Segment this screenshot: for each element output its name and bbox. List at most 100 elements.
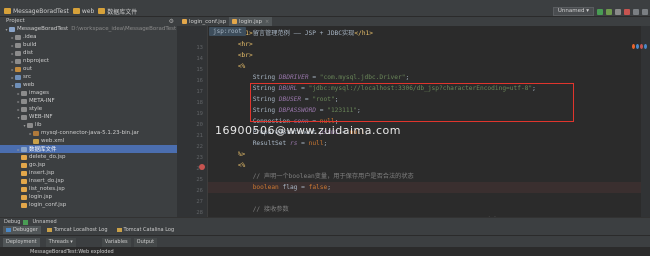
- tree-item[interactable]: insert.jsp: [0, 169, 177, 177]
- tree-item[interactable]: ▸ META-INF: [0, 97, 177, 105]
- run-icon[interactable]: [597, 8, 603, 15]
- tab-tomcat-localhost-log[interactable]: Tomcat Localhost Log: [44, 226, 111, 234]
- breakpoint-icon[interactable]: [199, 164, 205, 170]
- debug-icon: [23, 219, 29, 225]
- code-token: ;: [323, 140, 328, 147]
- code-line[interactable]: boolean flag = false;: [208, 182, 650, 193]
- code-line[interactable]: // 声明一个boolean变量，用于保存用户是否合法的状态: [208, 171, 650, 182]
- code-line[interactable]: <h1>留言管理范例 —— JSP + JDBC实现</h1>: [208, 28, 650, 39]
- gear-icon[interactable]: ⚙: [169, 18, 174, 25]
- file-icon: [21, 186, 27, 192]
- code-token: 留言管理范例 —— JSP + JDBC实现: [252, 30, 355, 37]
- tree-item[interactable]: ▸ dist: [0, 49, 177, 57]
- line-number: 19: [196, 111, 203, 117]
- tab-tomcat-catalina-log[interactable]: Tomcat Catalina Log: [114, 226, 178, 234]
- code-line[interactable]: ResultSet rs = null;: [208, 138, 650, 149]
- code-line[interactable]: <%: [208, 61, 650, 72]
- line-number: 17: [196, 89, 203, 95]
- stop-icon[interactable]: [624, 8, 630, 15]
- code-line[interactable]: <hr>: [208, 39, 650, 50]
- line-number: 23: [196, 155, 203, 161]
- file-icon: [15, 42, 21, 48]
- code-line[interactable]: <br>: [208, 50, 650, 61]
- tree-item[interactable]: ▸ images: [0, 89, 177, 97]
- line-number: 20: [196, 122, 203, 128]
- tree-item-label: login.jsp: [29, 194, 53, 200]
- code-line[interactable]: // 接收参数: [208, 204, 650, 215]
- file-icon: [15, 50, 21, 56]
- tree-item[interactable]: list_notes.jsp: [0, 185, 177, 193]
- code-line[interactable]: [208, 193, 650, 204]
- code-token: ResultSet: [208, 140, 290, 147]
- jsp-file-icon: [232, 19, 237, 24]
- file-icon: [21, 202, 27, 208]
- breadcrumb-db-folder[interactable]: 数据库文件: [98, 7, 137, 16]
- tree-item[interactable]: delete_do.jsp: [0, 153, 177, 161]
- tree-item[interactable]: ▾ MessageBoradTest D:\workspace_idea\Messa…: [0, 25, 177, 33]
- tree-item[interactable]: ▸ src: [0, 73, 177, 81]
- code-token: flag =: [278, 184, 309, 191]
- tree-item-label: list_notes.jsp: [29, 186, 65, 192]
- debugger-icon: [6, 228, 11, 232]
- tree-item[interactable]: ▾ WEB-INF: [0, 113, 177, 121]
- tab-deployment[interactable]: Deployment: [3, 237, 40, 247]
- breadcrumb-project[interactable]: MessageBoradTest: [4, 8, 69, 15]
- tree-item-label: out: [23, 66, 33, 72]
- line-number-gutter: 131415161718192021222324252627282930: [177, 26, 208, 238]
- settings-icon[interactable]: [633, 8, 639, 15]
- chrome-icon[interactable]: [636, 44, 639, 49]
- search-icon[interactable]: [642, 8, 648, 15]
- code-line[interactable]: <%: [208, 160, 650, 171]
- code-token: false: [308, 184, 328, 191]
- coverage-icon[interactable]: [615, 8, 621, 15]
- code-token: <%: [237, 162, 246, 169]
- firefox-icon[interactable]: [632, 44, 635, 49]
- tree-item[interactable]: ▸ .idea: [0, 33, 177, 41]
- code-line[interactable]: %>: [208, 149, 650, 160]
- tree-item[interactable]: ▸ build: [0, 41, 177, 49]
- tab-output[interactable]: Output: [133, 237, 158, 247]
- tree-item-label: lib: [35, 122, 42, 128]
- tab-threads[interactable]: Threads ▾: [45, 237, 76, 247]
- deployment-row[interactable]: MessageBoradTest:Web exploded: [0, 247, 650, 256]
- ie-icon[interactable]: [644, 44, 647, 49]
- tree-item[interactable]: ▾ lib: [0, 121, 177, 129]
- tree-item[interactable]: ▸ style: [0, 105, 177, 113]
- tree-item-label: images: [29, 90, 49, 96]
- tree-item-label: dist: [23, 50, 34, 56]
- tree-item[interactable]: ▸ out: [0, 65, 177, 73]
- line-number: 22: [196, 144, 203, 150]
- deployment-item: MessageBoradTest:Web exploded: [30, 248, 114, 255]
- opera-icon[interactable]: [640, 44, 643, 49]
- tree-item[interactable]: insert_do.jsp: [0, 177, 177, 185]
- run-config-dropdown[interactable]: Unnamed ▾: [552, 7, 594, 16]
- tree-item-label: mysql-connector-java-5.1.23-bin.jar: [41, 130, 140, 136]
- tree-item[interactable]: ▸ mysql-connector-java-5.1.23-bin.jar: [0, 129, 177, 137]
- breadcrumb-web[interactable]: web: [72, 8, 94, 15]
- tab-variables[interactable]: Variables: [101, 237, 131, 247]
- tree-item[interactable]: ▸ 数据库文件: [0, 145, 177, 153]
- tree-item[interactable]: go.jsp: [0, 161, 177, 169]
- project-tree: ▾ MessageBoradTest D:\workspace_idea\Messa…: [0, 25, 177, 217]
- debug-icon[interactable]: [606, 8, 612, 15]
- tree-item[interactable]: login_conf.jsp: [0, 201, 177, 209]
- tree-item[interactable]: ▾ web: [0, 81, 177, 89]
- file-icon: [21, 114, 27, 120]
- right-scroll-gutter[interactable]: [641, 26, 650, 217]
- close-icon[interactable]: ×: [265, 19, 269, 25]
- code-token: // 接收参数: [208, 206, 289, 213]
- navigation-bar: MessageBoradTest web 数据库文件 Unnamed ▾: [0, 6, 650, 17]
- line-number: 21: [196, 133, 203, 139]
- file-icon: [21, 170, 27, 176]
- tree-item[interactable]: ▸ nbproject: [0, 57, 177, 65]
- scope-breadcrumb[interactable]: jsp:root: [209, 27, 246, 36]
- code-line[interactable]: String DBDRIVER = "com.mysql.jdbc.Driver…: [208, 72, 650, 83]
- tree-item[interactable]: login.jsp: [0, 193, 177, 201]
- tab-login-conf[interactable]: login_conf.jsp×: [179, 17, 236, 26]
- file-icon: [21, 98, 27, 104]
- tab-debugger[interactable]: Debugger: [3, 226, 41, 234]
- project-panel-title: Project: [6, 18, 25, 24]
- tree-item[interactable]: web.xml: [0, 137, 177, 145]
